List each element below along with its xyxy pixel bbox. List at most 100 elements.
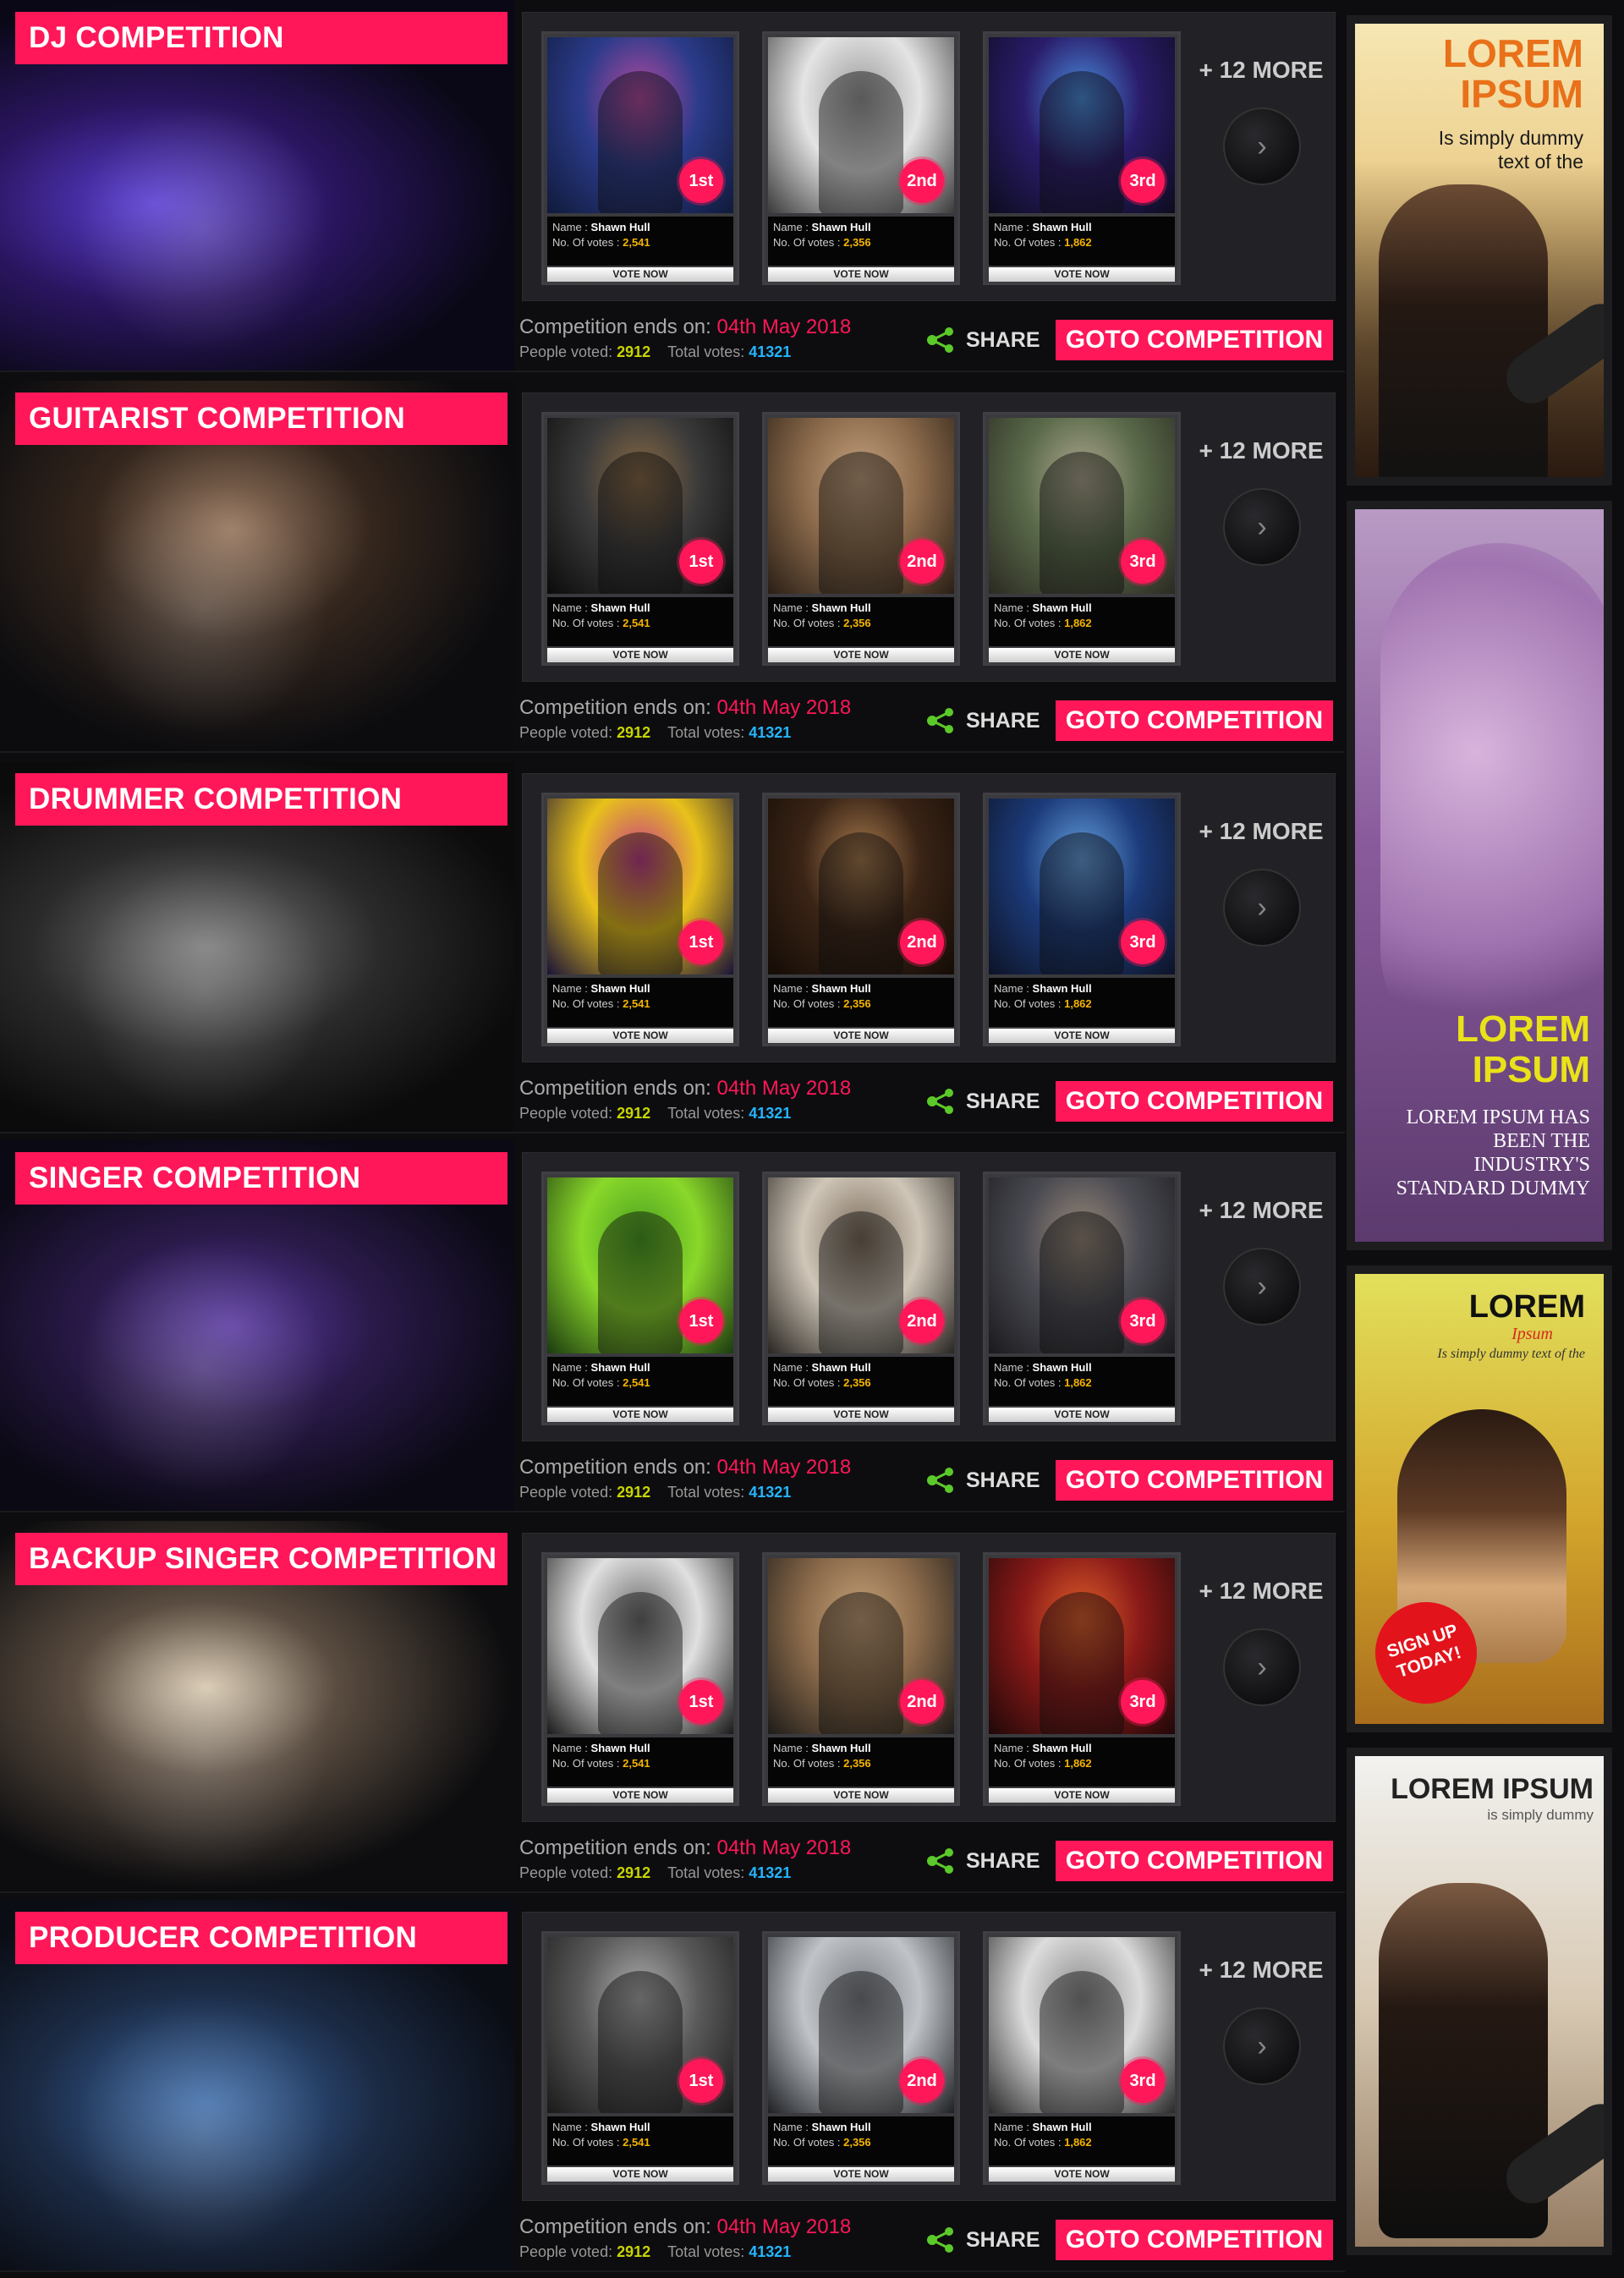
next-contestants-button[interactable]: › <box>1223 869 1301 947</box>
contestant-card[interactable]: 1st Name : Shawn Hull No. Of votes : 2,541… <box>541 1931 739 2185</box>
goto-competition-button[interactable]: GOTO COMPETITION <box>1056 700 1333 741</box>
vote-now-button[interactable]: VOTE NOW <box>547 648 733 662</box>
more-contestants-label[interactable]: + 12 MORE <box>1198 818 1325 845</box>
votes-row: No. Of votes : 2,541 <box>552 616 728 631</box>
contestant-photo[interactable]: 1st <box>547 1177 733 1353</box>
vote-now-button[interactable]: VOTE NOW <box>547 1029 733 1043</box>
competition-hero-image[interactable]: SINGER COMPETITION <box>0 1140 514 1511</box>
goto-competition-button[interactable]: GOTO COMPETITION <box>1056 1460 1333 1501</box>
contestant-photo[interactable]: 3rd <box>989 1177 1175 1353</box>
contestant-card[interactable]: 3rd Name : Shawn Hull No. Of votes : 1,862… <box>983 1931 1181 2185</box>
more-contestants-label[interactable]: + 12 MORE <box>1198 57 1325 84</box>
vote-now-button[interactable]: VOTE NOW <box>547 1788 733 1803</box>
more-contestants-label[interactable]: + 12 MORE <box>1198 1197 1325 1224</box>
goto-competition-button[interactable]: GOTO COMPETITION <box>1056 1081 1333 1122</box>
ad-banner-1[interactable]: LOREM IPSUM Is simply dummy text of the <box>1347 15 1612 486</box>
name-label: Name : <box>994 1742 1029 1754</box>
contestant-info: Name : Shawn Hull No. Of votes : 1,862 <box>989 2116 1175 2165</box>
next-contestants-button[interactable]: › <box>1223 107 1301 185</box>
ad-subtext: is simply dummy <box>1487 1807 1594 1823</box>
contestant-card[interactable]: 1st Name : Shawn Hull No. Of votes : 2,541… <box>541 412 739 666</box>
vote-now-button[interactable]: VOTE NOW <box>989 1788 1175 1803</box>
more-contestants-label[interactable]: + 12 MORE <box>1198 1957 1325 1984</box>
competition-end-info: Competition ends on: 04th May 2018 <box>519 696 851 720</box>
contestant-card[interactable]: 3rd Name : Shawn Hull No. Of votes : 1,862… <box>983 412 1181 666</box>
next-contestants-button[interactable]: › <box>1223 2007 1301 2085</box>
contestant-photo[interactable]: 2nd <box>768 1177 954 1353</box>
contestant-photo[interactable]: 2nd <box>768 1937 954 2113</box>
ad-banner-3[interactable]: LOREM Ipsum Is simply dummy text of the … <box>1347 1265 1612 1732</box>
competition-title[interactable]: BACKUP SINGER COMPETITION <box>15 1533 508 1585</box>
competition-hero-image[interactable]: DRUMMER COMPETITION <box>0 761 514 1132</box>
competition-title[interactable]: PRODUCER COMPETITION <box>15 1912 508 1964</box>
contestant-photo[interactable]: 1st <box>547 1937 733 2113</box>
vote-now-button[interactable]: VOTE NOW <box>989 267 1175 282</box>
contestant-card[interactable]: 2nd Name : Shawn Hull No. Of votes : 2,356… <box>762 1172 960 1425</box>
vote-now-button[interactable]: VOTE NOW <box>547 267 733 282</box>
contestant-card[interactable]: 2nd Name : Shawn Hull No. Of votes : 2,356… <box>762 793 960 1046</box>
goto-competition-button[interactable]: GOTO COMPETITION <box>1056 320 1333 360</box>
contestant-photo[interactable]: 1st <box>547 1558 733 1734</box>
contestant-photo[interactable]: 2nd <box>768 799 954 974</box>
vote-now-button[interactable]: VOTE NOW <box>768 1408 954 1422</box>
contestant-photo[interactable]: 1st <box>547 37 733 213</box>
vote-count: 2,541 <box>623 617 650 629</box>
next-contestants-button[interactable]: › <box>1223 1248 1301 1326</box>
contestant-card[interactable]: 3rd Name : Shawn Hull No. Of votes : 1,862… <box>983 1172 1181 1425</box>
competition-hero-image[interactable]: GUITARIST COMPETITION <box>0 381 514 751</box>
vote-now-button[interactable]: VOTE NOW <box>768 1788 954 1803</box>
contestant-photo[interactable]: 2nd <box>768 1558 954 1734</box>
contestant-card[interactable]: 1st Name : Shawn Hull No. Of votes : 2,541… <box>541 1172 739 1425</box>
vote-now-button[interactable]: VOTE NOW <box>768 2167 954 2182</box>
vote-now-button[interactable]: VOTE NOW <box>989 648 1175 662</box>
contestant-card[interactable]: 1st Name : Shawn Hull No. Of votes : 2,541… <box>541 793 739 1046</box>
contestant-photo[interactable]: 3rd <box>989 1937 1175 2113</box>
competition-hero-image[interactable]: DJ COMPETITION <box>0 0 514 371</box>
votes-label: No. Of votes : <box>773 1757 841 1770</box>
contestant-photo[interactable]: 1st <box>547 799 733 974</box>
contestant-photo[interactable]: 2nd <box>768 418 954 594</box>
contestant-card[interactable]: 1st Name : Shawn Hull No. Of votes : 2,541… <box>541 1552 739 1806</box>
more-contestants-label[interactable]: + 12 MORE <box>1198 1578 1325 1605</box>
more-contestants-label[interactable]: + 12 MORE <box>1198 437 1325 464</box>
competition-title[interactable]: DJ COMPETITION <box>15 12 508 64</box>
vote-now-button[interactable]: VOTE NOW <box>547 1408 733 1422</box>
vote-now-button[interactable]: VOTE NOW <box>768 267 954 282</box>
goto-competition-button[interactable]: GOTO COMPETITION <box>1056 2220 1333 2260</box>
contestant-card[interactable]: 2nd Name : Shawn Hull No. Of votes : 2,356… <box>762 1931 960 2185</box>
vote-now-button[interactable]: VOTE NOW <box>547 2167 733 2182</box>
next-contestants-button[interactable]: › <box>1223 488 1301 566</box>
competition-hero-image[interactable]: PRODUCER COMPETITION <box>0 1900 514 2270</box>
contestant-card[interactable]: 2nd Name : Shawn Hull No. Of votes : 2,356… <box>762 1552 960 1806</box>
contestant-photo[interactable]: 3rd <box>989 37 1175 213</box>
next-contestants-button[interactable]: › <box>1223 1628 1301 1706</box>
votes-row: No. Of votes : 1,862 <box>994 235 1170 250</box>
competition-title[interactable]: DRUMMER COMPETITION <box>15 773 508 826</box>
contestant-photo[interactable]: 3rd <box>989 799 1175 974</box>
contestant-photo[interactable]: 3rd <box>989 1558 1175 1734</box>
contestant-photo[interactable]: 3rd <box>989 418 1175 594</box>
contestant-photo[interactable]: 1st <box>547 418 733 594</box>
ad-banner-2[interactable]: LOREM IPSUM LOREM IPSUM HAS BEEN THE IND… <box>1347 501 1612 1250</box>
contestant-card[interactable]: 3rd Name : Shawn Hull No. Of votes : 1,862… <box>983 1552 1181 1806</box>
chevron-right-icon: › <box>1257 130 1267 162</box>
vote-now-button[interactable]: VOTE NOW <box>768 1029 954 1043</box>
vote-now-button[interactable]: VOTE NOW <box>989 1408 1175 1422</box>
vote-now-button[interactable]: VOTE NOW <box>989 1029 1175 1043</box>
contestant-photo[interactable]: 2nd <box>768 37 954 213</box>
contestant-card[interactable]: 2nd Name : Shawn Hull No. Of votes : 2,356… <box>762 31 960 285</box>
contestant-card[interactable]: 2nd Name : Shawn Hull No. Of votes : 2,356… <box>762 412 960 666</box>
contestant-card[interactable]: 3rd Name : Shawn Hull No. Of votes : 1,862… <box>983 793 1181 1046</box>
competition-title[interactable]: SINGER COMPETITION <box>15 1152 508 1205</box>
contestant-card[interactable]: 1st Name : Shawn Hull No. Of votes : 2,541… <box>541 31 739 285</box>
competition-hero-image[interactable]: BACKUP SINGER COMPETITION <box>0 1521 514 1891</box>
vote-now-button[interactable]: VOTE NOW <box>989 2167 1175 2182</box>
goto-competition-button[interactable]: GOTO COMPETITION <box>1056 1841 1333 1881</box>
ad-banner-4[interactable]: LOREM IPSUM is simply dummy <box>1347 1748 1612 2255</box>
competition-title[interactable]: GUITARIST COMPETITION <box>15 392 508 445</box>
rank-badge-icon: 2nd <box>900 540 944 584</box>
contestant-card[interactable]: 3rd Name : Shawn Hull No. Of votes : 1,862… <box>983 31 1181 285</box>
rank-badge-icon: 3rd <box>1121 159 1165 203</box>
competition-end-info: Competition ends on: 04th May 2018 <box>519 1836 851 1860</box>
vote-now-button[interactable]: VOTE NOW <box>768 648 954 662</box>
